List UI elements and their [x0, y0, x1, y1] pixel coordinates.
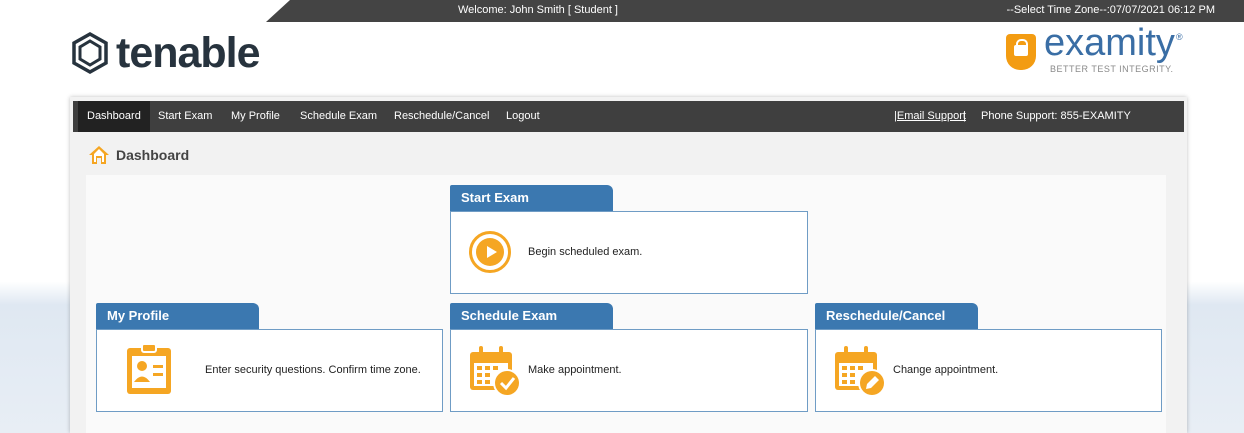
page-title-text: Dashboard — [116, 147, 190, 163]
nav-my-profile[interactable]: My Profile — [222, 101, 289, 132]
id-card-icon — [127, 343, 171, 394]
reschedule-cancel-body[interactable]: Change appointment. — [815, 329, 1162, 412]
lock-shield-icon — [1006, 34, 1036, 70]
page-title: Dashboard — [88, 143, 189, 167]
start-exam-tab[interactable]: Start Exam — [450, 185, 613, 211]
my-profile-body[interactable]: Enter security questions. Confirm time z… — [96, 329, 443, 412]
tenable-logo-text: tenable — [116, 28, 261, 77]
calendar-check-icon — [470, 346, 521, 397]
nav-schedule-exam[interactable]: Schedule Exam — [291, 101, 386, 132]
tenable-logo-icon — [72, 31, 108, 75]
top-bar: Welcome: John Smith [ Student ] --Select… — [0, 0, 1244, 22]
home-icon — [89, 146, 109, 164]
start-exam-body[interactable]: Begin scheduled exam. — [450, 211, 808, 294]
tenable-logo: tenable — [68, 28, 261, 77]
examity-logo-text: examity — [1044, 22, 1175, 64]
dashboard-panel: Start Exam Begin scheduled exam. My Prof… — [86, 175, 1166, 433]
top-bar-notch-slant — [266, 0, 290, 22]
my-profile-description: Enter security questions. Confirm time z… — [205, 364, 421, 376]
top-bar-notch — [0, 0, 266, 22]
schedule-exam-description: Make appointment. — [528, 364, 622, 376]
reschedule-cancel-description: Change appointment. — [893, 364, 999, 376]
welcome-text: Welcome: John Smith [ Student ] — [458, 4, 618, 16]
nav-start-exam[interactable]: Start Exam — [149, 101, 221, 132]
examity-logo: examity ® BETTER TEST INTEGRITY. — [1006, 22, 1186, 78]
examity-tagline: BETTER TEST INTEGRITY. — [1050, 64, 1174, 74]
schedule-exam-body[interactable]: Make appointment. — [450, 329, 808, 412]
phone-support: Phone Support: 855-EXAMITY — [981, 110, 1131, 122]
nav-reschedule-cancel[interactable]: Reschedule/Cancel — [385, 101, 498, 132]
main-nav: Dashboard Start Exam My Profile Schedule… — [73, 101, 1184, 132]
play-icon — [469, 231, 511, 273]
nav-logout[interactable]: Logout — [497, 101, 549, 132]
calendar-edit-icon — [835, 346, 886, 397]
email-support-link[interactable]: |Email Support — [885, 101, 975, 132]
examity-registered-mark: ® — [1176, 32, 1183, 42]
start-exam-description: Begin scheduled exam. — [528, 246, 643, 258]
timezone-selector[interactable]: --Select Time Zone--:07/07/2021 06:12 PM — [1007, 4, 1216, 16]
schedule-exam-tab[interactable]: Schedule Exam — [450, 303, 613, 329]
reschedule-cancel-tab[interactable]: Reschedule/Cancel — [815, 303, 978, 329]
nav-separator: | — [963, 110, 966, 122]
my-profile-tab[interactable]: My Profile — [96, 303, 259, 329]
nav-dashboard[interactable]: Dashboard — [78, 101, 150, 132]
main-container: Dashboard Start Exam My Profile Schedule… — [70, 97, 1187, 433]
